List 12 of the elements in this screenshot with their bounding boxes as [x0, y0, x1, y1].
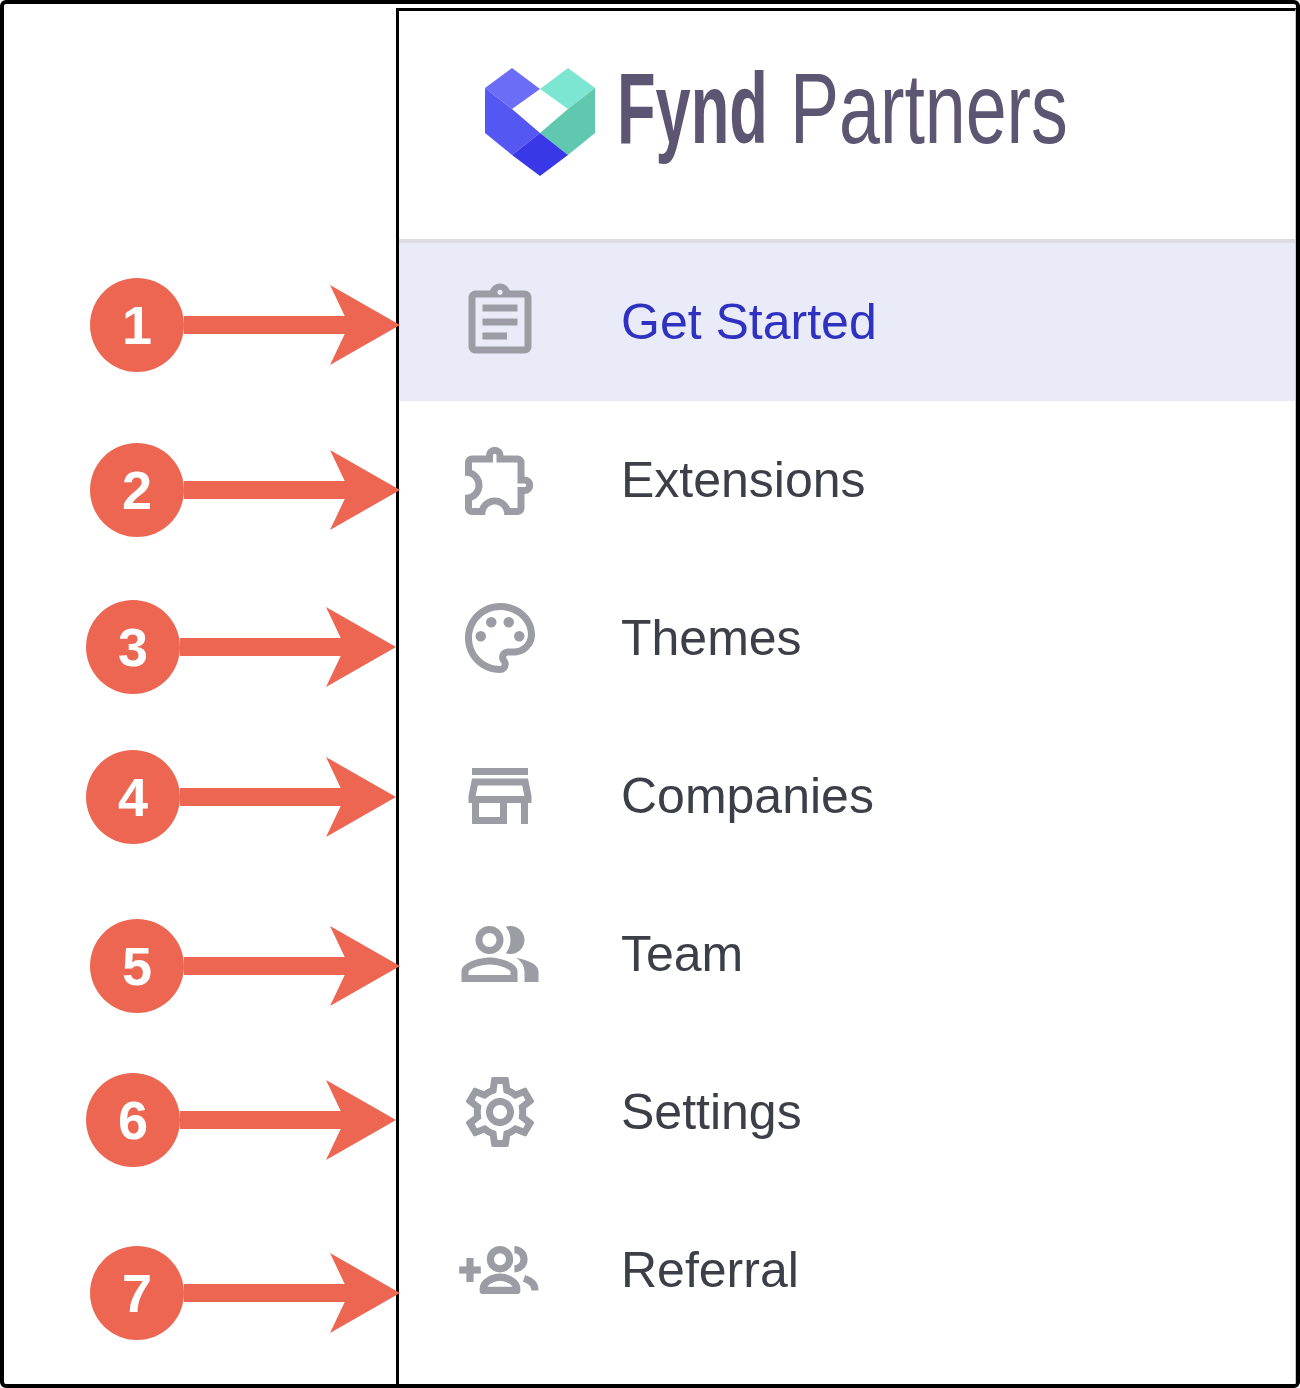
- brand-name: Fynd: [617, 51, 768, 166]
- step-marker: 2: [90, 443, 184, 537]
- step-marker: 6: [86, 1073, 180, 1167]
- nav-item[interactable]: Get Started: [399, 243, 1295, 401]
- step-marker: 1: [90, 278, 184, 372]
- step-marker: 4: [86, 750, 180, 844]
- product-name: Partners: [789, 51, 1068, 166]
- logo-icon: [485, 68, 595, 176]
- step-marker: 3: [86, 600, 180, 694]
- step-marker: 7: [90, 1246, 184, 1340]
- step-marker: 5: [90, 919, 184, 1013]
- add-person-icon: [459, 1246, 541, 1294]
